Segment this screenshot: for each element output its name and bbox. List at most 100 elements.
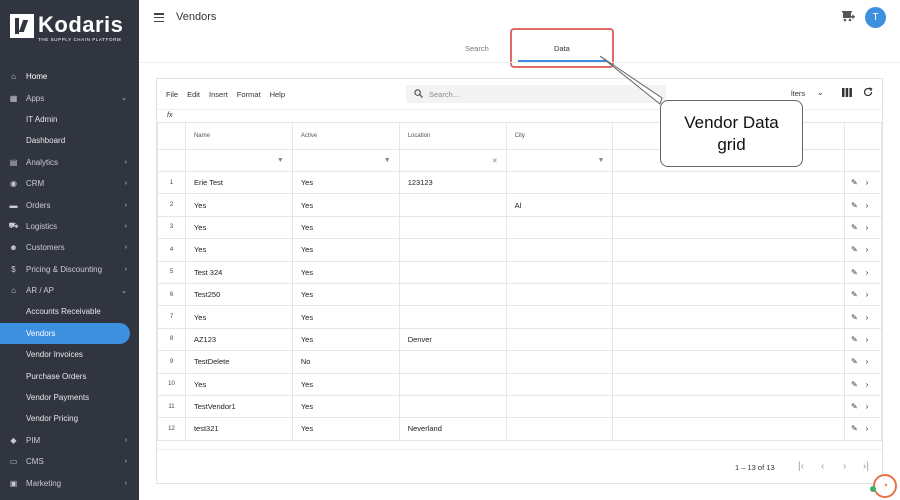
cell-active[interactable]: Yes — [291, 417, 400, 441]
cell-active[interactable]: Yes — [291, 215, 400, 240]
chevron-right-icon[interactable]: › — [866, 380, 869, 389]
cell-city[interactable] — [505, 394, 614, 419]
next-page-icon[interactable]: › — [843, 461, 846, 472]
cell-name[interactable]: Test 324 — [184, 260, 293, 284]
chevron-down-icon[interactable]: ⌄ — [817, 88, 824, 97]
table-row[interactable]: 8 AZ123 Yes Denver ✎ › — [157, 327, 882, 352]
cell-location[interactable] — [398, 260, 507, 284]
cell-location[interactable] — [398, 238, 507, 262]
edit-icon[interactable]: ✎ — [851, 380, 858, 389]
sidebar-item-apps[interactable]: ▦ Apps ⌄ — [0, 87, 139, 108]
table-row[interactable]: 9 TestDelete No ✎ › — [157, 350, 882, 374]
edit-icon[interactable]: ✎ — [851, 290, 858, 299]
cell-name[interactable]: Yes — [184, 193, 293, 217]
filter-funnel-icon[interactable]: ▼ — [384, 157, 391, 164]
edit-icon[interactable]: ✎ — [851, 245, 858, 254]
edit-icon[interactable]: ✎ — [851, 268, 858, 277]
refresh-icon[interactable] — [863, 87, 873, 100]
menu-edit[interactable]: Edit — [187, 90, 200, 99]
cell-city[interactable] — [505, 238, 614, 262]
sidebar-item-pim[interactable]: ◆ PIM › — [0, 430, 139, 451]
sidebar-item-accounts-receivable[interactable]: Accounts Receivable — [0, 301, 139, 322]
cell-active[interactable]: Yes — [291, 394, 400, 419]
menu-help[interactable]: Help — [270, 90, 285, 99]
cell-city[interactable] — [505, 305, 614, 329]
sidebar-item-crm[interactable]: ◉ CRM › — [0, 173, 139, 194]
edit-icon[interactable]: ✎ — [851, 402, 858, 411]
sidebar-item-ar-ap[interactable]: ⌂ AR / AP ⌄ — [0, 280, 139, 301]
sidebar-item-purchase-orders[interactable]: Purchase Orders — [0, 365, 139, 386]
cell-city[interactable] — [505, 282, 614, 307]
cell-name[interactable]: TestVendor1 — [184, 394, 293, 419]
filter-funnel-icon[interactable]: ▼ — [597, 157, 604, 164]
table-row[interactable]: 12 test321 Yes Neverland ✎ › — [157, 417, 882, 441]
filter-cell-city[interactable]: ▼ — [505, 149, 614, 172]
chevron-right-icon[interactable]: › — [866, 335, 869, 344]
chevron-right-icon[interactable]: › — [866, 357, 869, 366]
menu-format[interactable]: Format — [237, 90, 261, 99]
hamburger-menu-icon[interactable] — [154, 13, 164, 23]
cell-name[interactable]: AZ123 — [184, 327, 293, 352]
cell-location[interactable]: Neverland — [398, 417, 507, 441]
column-header-active[interactable]: Active — [291, 122, 400, 150]
sidebar-item-marketing[interactable]: ▣ Marketing › — [0, 472, 139, 493]
sidebar-item-analytics[interactable]: ▤ Analytics › — [0, 152, 139, 173]
cell-city[interactable] — [505, 170, 614, 195]
menu-insert[interactable]: Insert — [209, 90, 228, 99]
cell-active[interactable]: Yes — [291, 170, 400, 195]
columns-icon[interactable] — [842, 88, 852, 99]
cell-extra[interactable] — [612, 305, 845, 329]
table-row[interactable]: 10 Yes Yes ✎ › — [157, 372, 882, 396]
edit-icon[interactable]: ✎ — [851, 313, 858, 322]
cell-name[interactable]: Yes — [184, 238, 293, 262]
filters-label[interactable]: lters — [791, 89, 805, 98]
tab-search[interactable]: Search — [465, 44, 489, 53]
filter-cell-active[interactable]: ▼ — [291, 149, 400, 172]
cell-name[interactable]: Yes — [184, 215, 293, 240]
cell-name[interactable]: Yes — [184, 305, 293, 329]
column-header-name[interactable]: Name — [184, 122, 293, 150]
edit-icon[interactable]: ✎ — [851, 201, 858, 210]
table-row[interactable]: 7 Yes Yes ✎ › — [157, 305, 882, 329]
table-row[interactable]: 3 Yes Yes ✎ › — [157, 215, 882, 240]
filter-funnel-icon[interactable]: ▼ — [277, 157, 284, 164]
cell-extra[interactable] — [612, 282, 845, 307]
cell-active[interactable]: Yes — [291, 193, 400, 217]
cell-active[interactable]: Yes — [291, 327, 400, 352]
cell-location[interactable] — [398, 305, 507, 329]
cell-extra[interactable] — [612, 350, 845, 374]
cell-active[interactable]: Yes — [291, 238, 400, 262]
cell-location[interactable] — [398, 282, 507, 307]
chevron-right-icon[interactable]: › — [866, 223, 869, 232]
table-row[interactable]: 6 Test250 Yes ✎ › — [157, 282, 882, 307]
chevron-right-icon[interactable]: › — [866, 268, 869, 277]
cell-active[interactable]: Yes — [291, 305, 400, 329]
first-page-icon[interactable]: |‹ — [798, 461, 804, 472]
cell-name[interactable]: Erie Test — [184, 170, 293, 195]
column-header-location[interactable]: Location — [398, 122, 507, 150]
cell-active[interactable]: Yes — [291, 260, 400, 284]
table-row[interactable]: 11 TestVendor1 Yes ✎ › — [157, 394, 882, 419]
chevron-right-icon[interactable]: › — [866, 402, 869, 411]
edit-icon[interactable]: ✎ — [851, 335, 858, 344]
cell-location[interactable]: Denver — [398, 327, 507, 352]
cell-extra[interactable] — [612, 215, 845, 240]
cell-active[interactable]: No — [291, 350, 400, 374]
kodaris-logo[interactable]: Kodaris THE SUPPLY CHAIN PLATFORM — [10, 14, 123, 42]
sidebar-item-logistics[interactable]: ⛟ Logistics › — [0, 216, 139, 237]
cell-extra[interactable] — [612, 372, 845, 396]
table-row[interactable]: 4 Yes Yes ✎ › — [157, 238, 882, 262]
cell-extra[interactable] — [612, 193, 845, 217]
chevron-right-icon[interactable]: › — [866, 424, 869, 433]
sidebar-item-home[interactable]: ⌂ Home — [0, 66, 139, 87]
cell-city[interactable] — [505, 350, 614, 374]
cell-location[interactable] — [398, 215, 507, 240]
cell-extra[interactable] — [612, 327, 845, 352]
cell-extra[interactable] — [612, 170, 845, 195]
cell-location[interactable]: 123123 — [398, 170, 507, 195]
cell-extra[interactable] — [612, 238, 845, 262]
edit-icon[interactable]: ✎ — [851, 357, 858, 366]
filter-cell-location[interactable]: ✕ — [398, 149, 507, 172]
sidebar-item-cms[interactable]: ▭ CMS › — [0, 451, 139, 472]
cell-city[interactable]: Al — [505, 193, 614, 217]
